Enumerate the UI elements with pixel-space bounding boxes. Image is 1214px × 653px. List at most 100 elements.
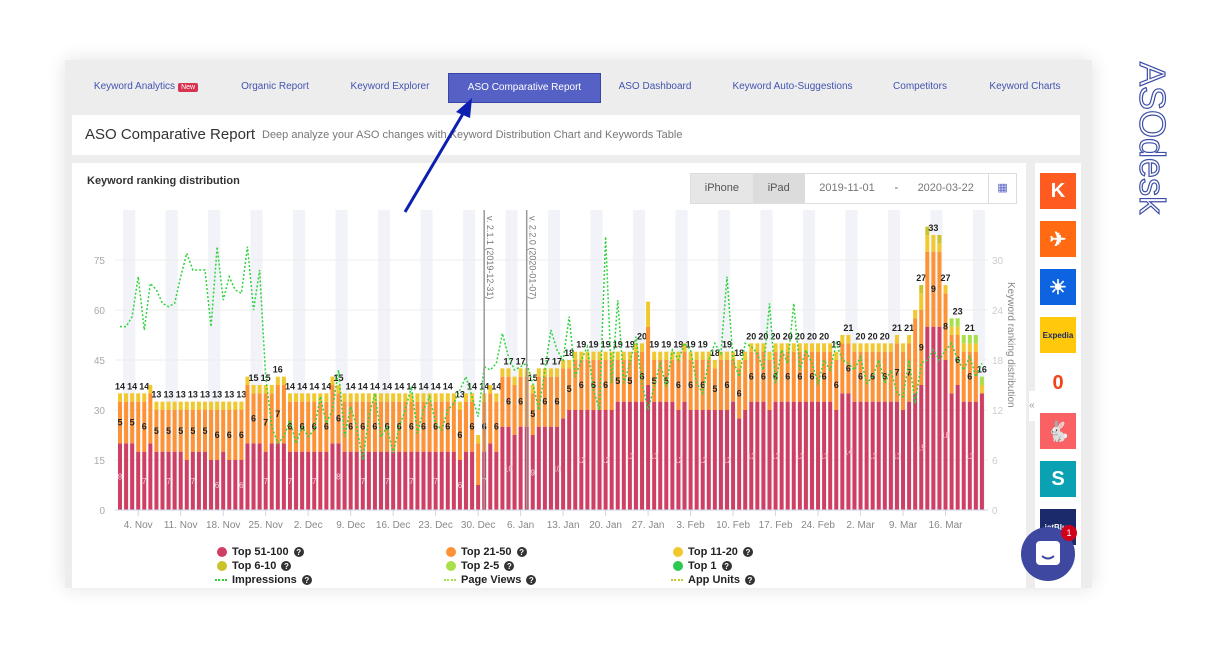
app-icon-hopper[interactable]: 🐇 [1040,413,1076,449]
bar-top-51-100 [257,443,262,510]
help-icon[interactable]: ? [301,575,312,585]
bar-top-11-20 [348,393,353,402]
tab-keyword-analytics[interactable]: Keyword Analytics New [85,73,207,101]
red-label: 15 [917,444,926,453]
help-icon[interactable]: ? [721,561,732,571]
app-icon-plane[interactable]: ✈ [1040,221,1076,257]
bar-top-51-100 [221,451,226,510]
bar-top-51-100 [415,451,420,510]
orange-label: 6 [724,380,729,390]
red-label: 7 [142,477,147,486]
legend-top-21-50[interactable]: Top 21-50? [446,546,527,558]
bar-top-6-10 [919,285,924,294]
help-icon[interactable]: ? [516,547,527,557]
bar-top-21-50 [463,401,468,452]
x-tick-label: 2. Mar [846,520,875,531]
legend-line [444,579,456,581]
bar-top-2-5 [955,318,960,327]
bar-top-51-100 [178,451,183,510]
bar-top-21-50 [160,410,165,452]
bar-top-21-50 [379,401,384,452]
red-label: 18 [941,431,950,440]
bar-top-11-20 [512,376,517,385]
orange-label: 6 [445,422,450,432]
page-header: ASO Comparative Report Deep analyze your… [72,115,1080,155]
total-label: 14 [418,381,428,391]
app-icon-kayak[interactable]: K [1040,173,1076,209]
red-label: 10 [504,464,513,473]
bar-top-51-100 [330,443,335,510]
bar-top-11-20 [919,293,924,310]
tab-keyword-auto-suggestions[interactable]: Keyword Auto-Suggestions [720,73,865,101]
help-icon[interactable]: ? [526,575,537,585]
tab-keyword-charts[interactable]: Keyword Charts [975,73,1075,101]
bar-top-11-20 [360,393,365,402]
bar-top-11-20 [967,343,972,352]
app-icon-luggage[interactable]: 0 [1040,365,1076,401]
bar-top-51-100 [803,401,808,510]
orange-label: 8 [943,322,948,332]
legend-impressions[interactable]: Impressions? [215,574,312,586]
bar-top-51-100 [640,401,645,510]
tab-competitors[interactable]: Competitors [880,73,960,101]
total-label: 27 [916,273,926,283]
total-label: 17 [540,356,550,366]
bar-top-51-100 [251,443,256,510]
bar-top-21-50 [245,385,250,444]
tab-aso-comparative-report[interactable]: ASO Comparative Report [448,73,601,103]
red-label: 12 [577,456,586,465]
orange-label: 6 [797,372,802,382]
tab-organic-report[interactable]: Organic Report [230,73,320,101]
bar-top-11-20 [615,351,620,360]
help-icon[interactable]: ? [281,561,292,571]
collapse-sidebar-icon[interactable]: « [1029,391,1039,421]
legend-app-units[interactable]: App Units? [671,574,755,586]
tab-keyword-explorer[interactable]: Keyword Explorer [340,73,440,101]
help-icon[interactable]: ? [504,561,515,571]
legend-top-11-20[interactable]: Top 11-20? [673,546,753,558]
bar-top-51-100 [275,443,280,510]
y-right-tick: 30 [992,256,1004,267]
tab-aso-dashboard[interactable]: ASO Dashboard [610,73,700,101]
x-tick-label: 16. Dec [376,520,410,531]
bar-top-51-100 [494,451,499,510]
x-tick-label: 25. Nov [248,520,282,531]
bar-top-11-20 [500,368,505,377]
total-label: 14 [443,381,453,391]
bar-top-2-5 [961,335,966,344]
chart-card: Keyword ranking distribution iPhone iPad… [72,163,1026,588]
bar-top-51-100 [300,451,305,510]
app-icon-skyscanner[interactable]: S [1040,461,1076,497]
total-label: 21 [843,323,853,333]
bar-top-51-100 [488,443,493,510]
bar-top-11-20 [166,401,171,410]
legend-page-views[interactable]: Page Views? [444,574,537,586]
bar-top-51-100 [463,451,468,510]
total-label: 15 [249,373,259,383]
app-icon-expedia[interactable]: Expedia [1040,317,1076,353]
app-icon-sunrise[interactable]: ☀ [1040,269,1076,305]
orange-label: 6 [785,372,790,382]
total-label: 19 [698,340,708,350]
legend-top-51-100[interactable]: Top 51-100? [217,546,304,558]
red-label: 8 [336,473,341,482]
legend-top-2-5[interactable]: Top 2-5? [446,560,515,572]
orange-label: 9 [919,343,924,353]
y-right-label: Keyword ranking distribution [1005,282,1016,408]
bar-top-11-20 [864,343,869,352]
legend-top-6-10[interactable]: Top 6-10? [217,560,292,572]
orange-label: 6 [409,422,414,432]
bar-top-11-20 [306,393,311,402]
bar-top-11-20 [894,335,899,344]
bar-top-2-5 [973,335,978,344]
bar-top-21-50 [925,251,930,327]
chat-badge: 1 [1061,525,1077,541]
legend-top-1[interactable]: Top 1? [673,560,732,572]
y-left-tick: 30 [94,406,106,417]
help-icon[interactable]: ? [744,575,755,585]
orange-label: 6 [603,380,608,390]
help-icon[interactable]: ? [293,547,304,557]
help-icon[interactable]: ? [742,547,753,557]
red-label: 7 [312,477,317,486]
legend-label: Top 11-20 [688,546,738,558]
